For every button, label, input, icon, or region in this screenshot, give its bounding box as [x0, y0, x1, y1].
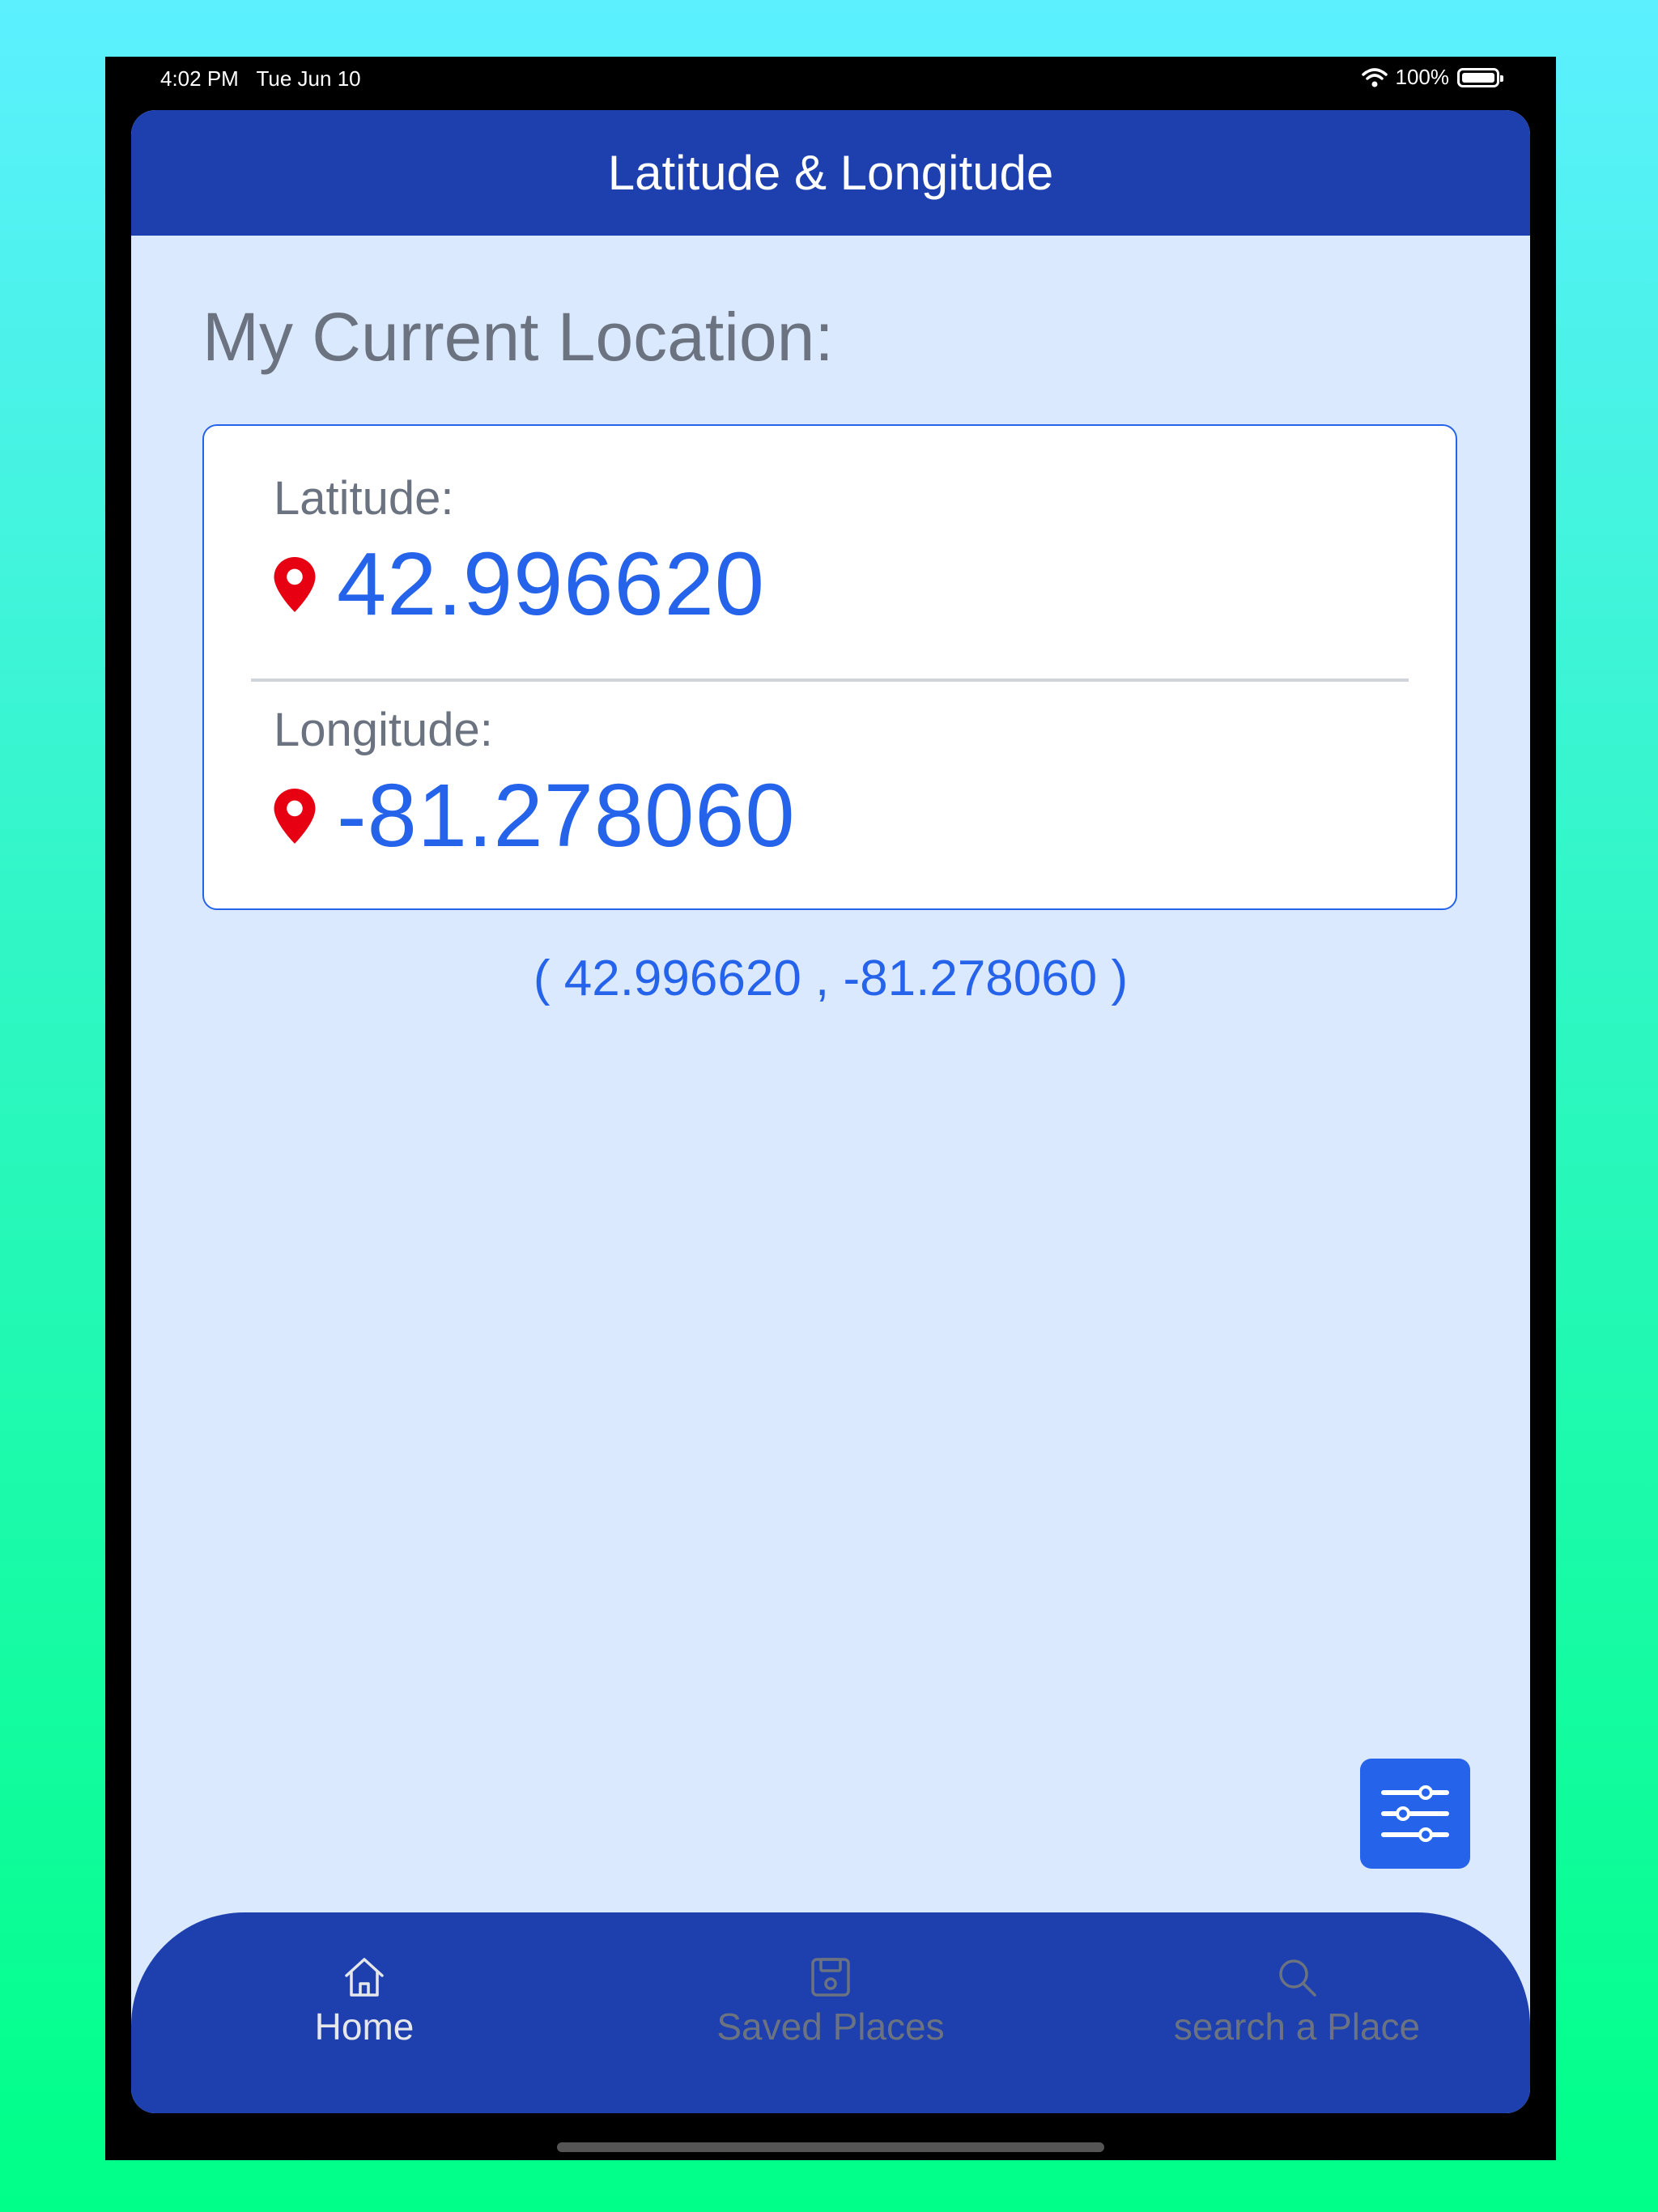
app-screen: Latitude & Longitude My Current Location…: [131, 110, 1530, 2113]
latitude-row: 42.996620: [274, 533, 765, 636]
tab-search-place-label: search a Place: [1173, 2006, 1421, 2048]
tab-saved-places-label: Saved Places: [716, 2006, 945, 2048]
tab-saved-places[interactable]: Saved Places: [669, 1953, 993, 2048]
search-icon: [1279, 1959, 1316, 1997]
home-indicator[interactable]: [557, 2142, 1104, 2152]
status-bar: 4:02 PM Tue Jun 10 100%: [105, 57, 1556, 110]
home-icon: [345, 1958, 384, 1997]
battery-fill: [1462, 72, 1494, 83]
status-date: Tue Jun 10: [256, 66, 361, 91]
battery-percent: 100%: [1395, 65, 1450, 89]
sliders-icon: [1381, 1785, 1449, 1842]
map-pin-icon: [274, 788, 316, 844]
battery-icon: [1457, 67, 1503, 87]
status-clock: 4:02 PM: [160, 66, 239, 91]
tab-bar: Home Saved Places search a Place: [131, 1912, 1530, 2113]
app-header: Latitude & Longitude: [131, 110, 1530, 236]
coordinates-card: Latitude: 42.996620 Longitude: -81.27806…: [202, 424, 1457, 910]
wifi-icon: [1361, 67, 1388, 87]
device-frame: 4:02 PM Tue Jun 10 100% Latitude & Longi…: [105, 57, 1556, 2160]
coordinate-pair-text[interactable]: ( 42.996620 , -81.278060 ): [131, 950, 1530, 1007]
save-icon: [811, 1958, 850, 1997]
latitude-label: Latitude:: [274, 472, 454, 525]
settings-button[interactable]: [1360, 1759, 1470, 1869]
longitude-label: Longitude:: [274, 704, 493, 756]
map-pin-icon: [274, 556, 316, 612]
longitude-value: -81.278060: [337, 766, 796, 866]
longitude-row: -81.278060: [274, 764, 796, 867]
section-title: My Current Location:: [202, 299, 834, 375]
tab-home-label: Home: [314, 2006, 414, 2048]
page-title: Latitude & Longitude: [607, 146, 1054, 200]
tab-home[interactable]: Home: [202, 1953, 526, 2048]
status-indicators: 100%: [1361, 65, 1503, 90]
card-divider: [251, 678, 1409, 682]
latitude-value: 42.996620: [337, 534, 765, 634]
status-time: 4:02 PM Tue Jun 10: [160, 66, 361, 91]
tab-search-place[interactable]: search a Place: [1135, 1953, 1459, 2048]
